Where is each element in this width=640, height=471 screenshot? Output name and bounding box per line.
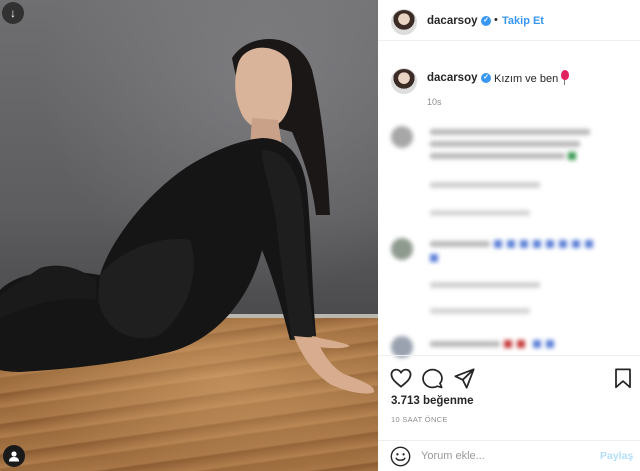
avatar[interactable]: [391, 9, 417, 35]
balloon-emoji-icon: [561, 70, 569, 85]
add-comment-bar: Paylaş: [378, 440, 640, 471]
blurred-comment: [378, 120, 640, 230]
bookmark-icon[interactable]: [614, 368, 632, 389]
caption-username[interactable]: dacarsoy: [427, 72, 478, 84]
verified-badge-icon: ✓: [481, 16, 491, 26]
download-icon[interactable]: ↓: [2, 2, 24, 24]
blurred-comment: [378, 332, 640, 358]
blurred-comment: [378, 232, 640, 322]
verified-badge-icon: ✓: [481, 73, 491, 83]
comment-input[interactable]: [421, 447, 591, 465]
heart-icon[interactable]: [390, 368, 412, 388]
share-icon[interactable]: [454, 368, 475, 389]
person-icon: [9, 451, 19, 462]
like-count[interactable]: 3.713 beğenme: [391, 395, 473, 407]
post-comment-button[interactable]: Paylaş: [600, 450, 633, 462]
post-photo[interactable]: ↓: [0, 0, 378, 471]
header-username[interactable]: dacarsoy: [427, 15, 478, 27]
follow-button[interactable]: Takip Et: [502, 15, 544, 27]
comment-icon[interactable]: [422, 368, 443, 389]
caption-avatar[interactable]: [391, 68, 417, 94]
photo-subject: [0, 38, 375, 394]
tagged-user-icon[interactable]: [3, 445, 25, 467]
post-header: dacarsoy ✓ • Takip Et: [378, 0, 640, 41]
post-timestamp: 10 SAAT ÖNCE: [391, 415, 448, 424]
caption-timestamp: 10s: [427, 97, 442, 107]
caption-text: Kızım ve ben: [494, 73, 559, 85]
emoji-icon[interactable]: [390, 446, 411, 467]
action-bar: 3.713 beğenme 10 SAAT ÖNCE: [378, 355, 640, 440]
post-side-panel: dacarsoy ✓ • Takip Et dacarsoy ✓ Kızım v…: [378, 0, 640, 471]
separator-dot: •: [494, 14, 498, 26]
